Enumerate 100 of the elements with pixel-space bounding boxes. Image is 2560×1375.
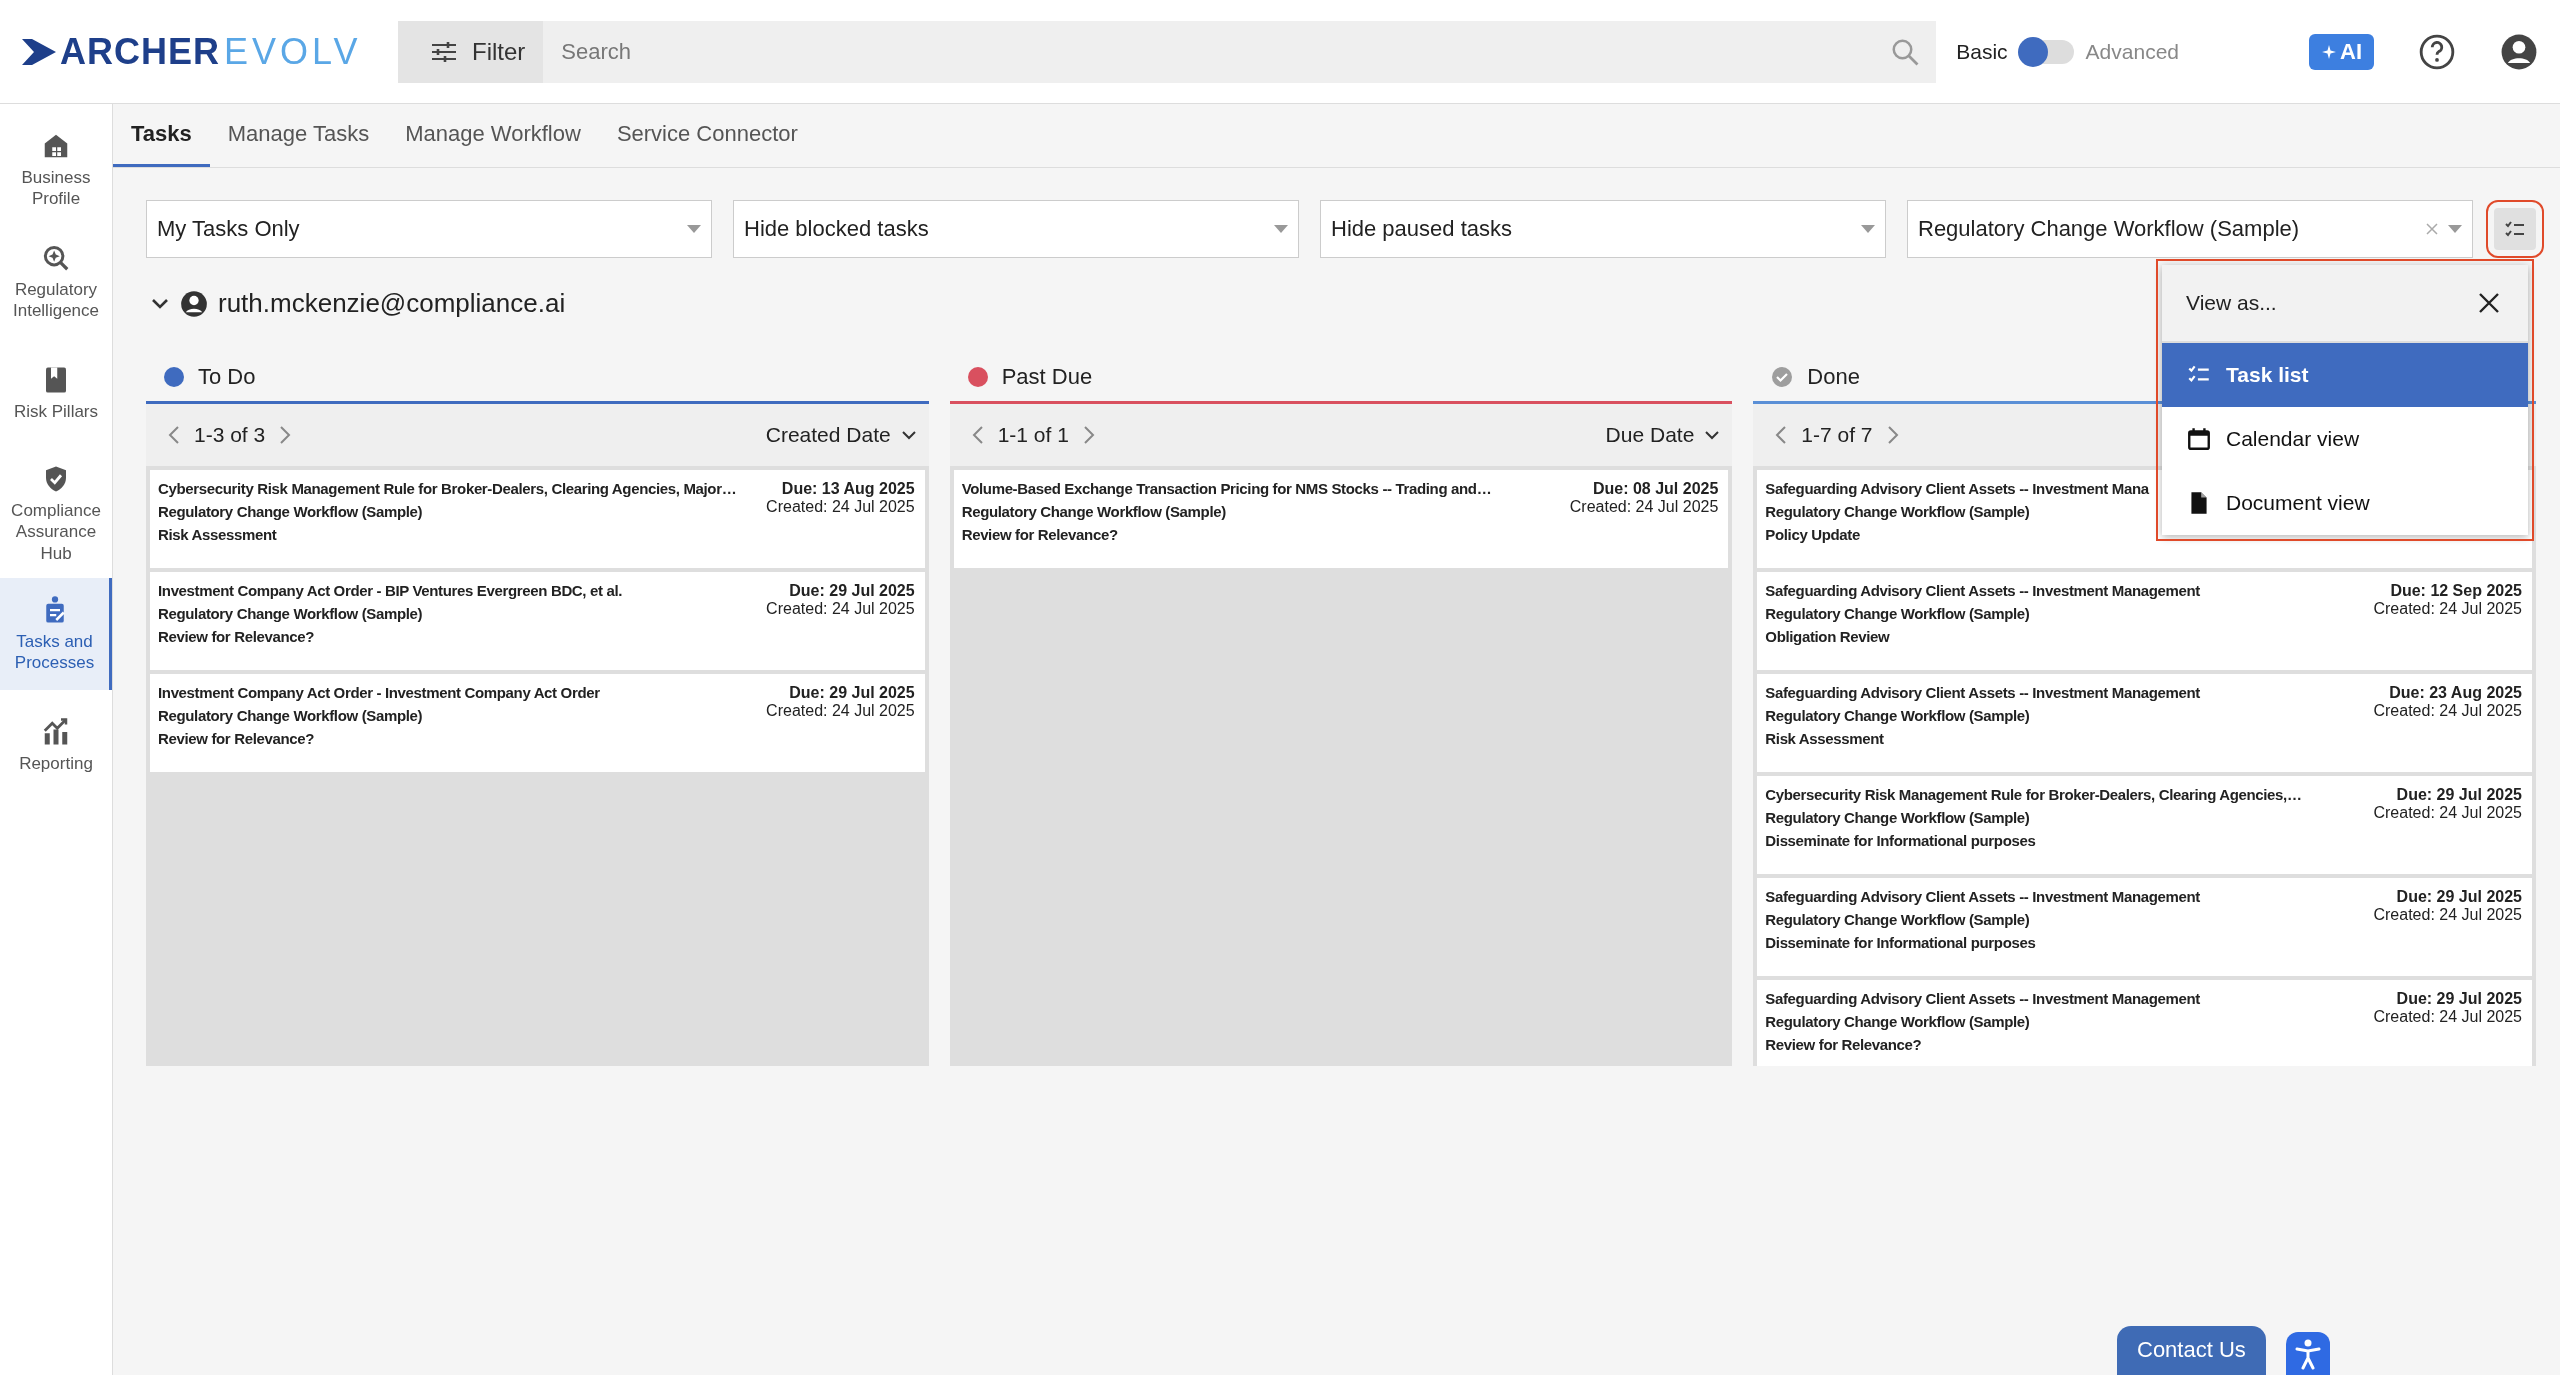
task-card[interactable]: Safeguarding Advisory Client Assets -- Investment Management Regulatory Change Workflow (Sample) Obligation Review Due: 12 Sep 2025 Created: 24 Jul 2025 [1757, 572, 2532, 670]
search-field[interactable]: Search [543, 20, 1937, 83]
filter-button[interactable]: Filter [398, 20, 544, 83]
task-card[interactable]: Safeguarding Advisory Client Assets -- Investment Management Regulatory Change Workflow (Sample) Disseminate for Informational purposes Due: 29 Jul 2025 Created: 24 Jul 2025 [1757, 878, 2532, 976]
chevron-down-icon [1704, 430, 1721, 440]
task-card[interactable]: Cybersecurity Risk Management Rule for Broker-Dealers, Clearing Agencies,… Regulatory Change Workflow (Sample) Disseminate for Informational purposes Due: 29 Jul 2025 Created: 24 Jul 2025 [1757, 776, 2532, 874]
sidebar-label: Risk Pillars [13, 401, 99, 423]
basic-label: Basic [1956, 39, 2008, 64]
dropdown-value: My Tasks Only [157, 216, 301, 242]
sidebar-item[interactable]: Business Profile [0, 114, 112, 226]
pager-range: 1-3 of 3 [194, 423, 266, 447]
filter-dropdown[interactable]: Regulatory Change Workflow (Sample) [1907, 200, 2473, 258]
task-title: Cybersecurity Risk Management Rule for Broker-Dealers, Clearing Agencies,… [1765, 786, 2303, 803]
tab[interactable]: Manage Tasks [209, 104, 388, 167]
menu-option[interactable]: Task list [2162, 343, 2528, 407]
tab[interactable]: Service Connector [598, 104, 816, 167]
column-title: Done [1807, 364, 1860, 390]
clear-icon[interactable] [2426, 223, 2438, 235]
chevron-right-icon[interactable] [1886, 425, 1899, 445]
task-title: Volume-Based Exchange Transaction Pricing for NMS Stocks -- Trading and… [961, 480, 1493, 497]
workflow-name: Regulatory Change Workflow (Sample) [961, 503, 1227, 520]
created-date: Created: 24 Jul 2025 [766, 702, 915, 720]
sidebar-item[interactable]: Risk Pillars [0, 338, 112, 450]
workflow-name: Regulatory Change Workflow (Sample) [1765, 1013, 2031, 1030]
task-step: Risk Assessment [1765, 730, 2366, 747]
created-date: Created: 24 Jul 2025 [766, 600, 915, 618]
search-input[interactable]: Search [559, 37, 1891, 66]
due-date: Due: 29 Jul 2025 [789, 582, 915, 600]
due-date: Due: 29 Jul 2025 [2396, 990, 2522, 1008]
contact-us-button[interactable]: Contact Us [2117, 1326, 2266, 1375]
sidebar-label: Business Profile [20, 166, 92, 210]
logo-product: EVOLV [224, 30, 362, 73]
created-date: Created: 24 Jul 2025 [1569, 498, 1719, 516]
task-title: Cybersecurity Risk Management Rule for Broker-Dealers, Clearing Agencies, Major… [158, 480, 738, 497]
accessibility-button[interactable] [2286, 1332, 2330, 1375]
task-step: Review for Relevance? [158, 628, 759, 645]
task-card[interactable]: Volume-Based Exchange Transaction Pricing for NMS Stocks -- Trading and… Regulatory Change Workflow (Sample) Review for Relevance? Due: 08 Jul 2025 Created: 24 Jul 2025 [953, 470, 1729, 568]
task-card[interactable]: Investment Company Act Order - BIP Ventures Evergreen BDC, et al. Regulatory Change Workflow (Sample) Review for Relevance? Due: 29 Jul 2025 Created: 24 Jul 2025 [150, 572, 925, 670]
sliders-icon [430, 39, 458, 64]
dropdown-caret-icon [687, 225, 701, 233]
workflow-name: Regulatory Change Workflow (Sample) [1765, 605, 2031, 622]
ai-button[interactable]: AI [2309, 33, 2374, 70]
dropdown-caret-icon [1274, 225, 1288, 233]
due-date: Due: 23 Aug 2025 [2389, 684, 2522, 702]
person-icon [2294, 1338, 2322, 1370]
dropdown-caret-icon [1861, 225, 1875, 233]
sidebar-item[interactable]: Reporting [0, 689, 112, 802]
filter-dropdown[interactable]: Hide paused tasks [1320, 200, 1886, 258]
task-card[interactable]: Safeguarding Advisory Client Assets -- Investment Management Regulatory Change Workflow (Sample) Risk Assessment Due: 23 Aug 2025 Created: 24 Jul 2025 [1757, 674, 2532, 772]
created-date: Created: 24 Jul 2025 [2373, 804, 2522, 822]
mode-toggle[interactable] [2019, 39, 2074, 64]
task-card[interactable]: Safeguarding Advisory Client Assets -- Investment Management Regulatory Change Workflow (Sample) Review for Relevance? Due: 29 Jul 2025 Created: 24 Jul 2025 [1757, 980, 2532, 1066]
dropdown-value: Hide blocked tasks [744, 216, 930, 242]
workflow-name: Regulatory Change Workflow (Sample) [158, 605, 424, 622]
created-date: Created: 24 Jul 2025 [2373, 600, 2522, 618]
task-card[interactable]: Investment Company Act Order - Investment Company Act Order Regulatory Change Workflow (Sample) Review for Relevance? Due: 29 Jul 2025 Created: 24 Jul 2025 [150, 674, 925, 772]
column-title: Past Due [1001, 364, 1093, 390]
task-step: Disseminate for Informational purposes [1765, 934, 2366, 951]
dropdown-value: Hide paused tasks [1331, 216, 1513, 242]
tab[interactable]: Tasks [113, 104, 210, 167]
chevron-right-icon[interactable] [1082, 425, 1095, 445]
task-title: Safeguarding Advisory Client Assets -- Investment Management [1765, 582, 2201, 599]
task-step: Review for Relevance? [961, 526, 1562, 543]
sort-dropdown[interactable]: Due Date [1605, 423, 1721, 447]
chevron-left-icon[interactable] [971, 425, 984, 445]
due-date: Due: 29 Jul 2025 [789, 684, 915, 702]
sidebar-item[interactable]: Regulatory Intelligence [0, 226, 112, 338]
filter-dropdown[interactable]: Hide blocked tasks [733, 200, 1299, 258]
due-date: Due: 08 Jul 2025 [1592, 480, 1719, 498]
workflow-name: Regulatory Change Workflow (Sample) [1765, 707, 2031, 724]
task-title: Safeguarding Advisory Client Assets -- Investment Management [1765, 888, 2201, 905]
calendar-icon [2186, 426, 2212, 452]
help-icon[interactable] [2418, 32, 2456, 71]
task-title: Investment Company Act Order - BIP Ventures Evergreen BDC, et al. [158, 582, 624, 599]
task-step: Risk Assessment [158, 526, 759, 543]
column-title: To Do [198, 364, 256, 390]
chevron-left-icon[interactable] [168, 425, 180, 445]
tab[interactable]: Manage Workflow [387, 104, 599, 167]
task-title: Safeguarding Advisory Client Assets -- Investment Management [1765, 990, 2201, 1007]
sidebar-item[interactable]: Compliance Assurance Hub [0, 450, 112, 578]
chevron-right-icon[interactable] [279, 425, 292, 445]
task-step: Disseminate for Informational purposes [1765, 832, 2366, 849]
sidebar-label: Tasks and Processes [13, 630, 96, 673]
chevron-down-icon[interactable] [150, 296, 170, 311]
menu-title: View as... [2186, 291, 2278, 315]
task-step: Review for Relevance? [158, 730, 759, 747]
sort-dropdown[interactable]: Created Date [765, 423, 917, 447]
sidebar-item[interactable]: Tasks and Processes [0, 577, 112, 690]
filter-dropdown[interactable]: My Tasks Only [146, 200, 712, 258]
sidebar-label: Compliance Assurance Hub [10, 500, 102, 564]
workflow-name: Regulatory Change Workflow (Sample) [1765, 809, 2031, 826]
dropdown-value: Regulatory Change Workflow (Sample) [1918, 216, 2301, 242]
user-avatar-icon[interactable] [2500, 32, 2538, 71]
chevron-left-icon[interactable] [1775, 425, 1788, 445]
sidebar-label: Reporting [19, 753, 93, 775]
menu-option[interactable]: Calendar view [2162, 407, 2528, 471]
workflow-name: Regulatory Change Workflow (Sample) [1765, 911, 2031, 928]
created-date: Created: 24 Jul 2025 [2373, 702, 2522, 720]
logo-arrow-icon [22, 38, 56, 65]
task-card[interactable]: Cybersecurity Risk Management Rule for Broker-Dealers, Clearing Agencies, Major… Regulatory Change Workflow (Sample) Risk Assessment Due: 13 Aug 2025 Created: 24 Jul 2025 [150, 470, 925, 568]
